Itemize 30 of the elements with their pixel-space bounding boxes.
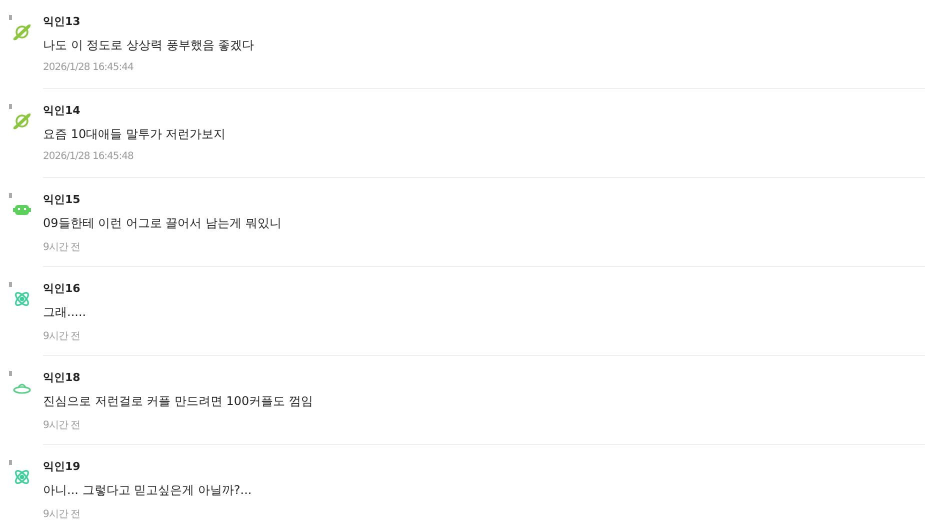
comment-text: 그래..... (43, 304, 88, 321)
marker-icon (9, 104, 12, 109)
atom-icon (15, 292, 29, 306)
marker-icon (9, 193, 12, 198)
comment-text: 09들한테 이런 어그로 끌어서 남는게 뭐있니 (43, 215, 282, 232)
author-name: 익인19 (43, 459, 82, 475)
timestamp: 2026/1/28 16:45:48 (43, 151, 134, 162)
marker-icon (9, 460, 12, 465)
author-name: 익인15 (43, 192, 82, 208)
comment-text: 나도 이 정도로 상상력 풍부했음 좋겠다 (43, 37, 256, 54)
author-name: 익인16 (43, 281, 82, 297)
author-name: 익인14 (43, 103, 82, 119)
timestamp: 9시간 전 (43, 330, 82, 343)
planet-icon (13, 24, 31, 40)
timestamp: 2026/1/28 16:45:44 (43, 62, 134, 73)
atom-icon (15, 470, 29, 484)
author-name: 익인13 (43, 14, 82, 30)
marker-icon (9, 371, 12, 376)
timestamp: 9시간 전 (43, 508, 82, 521)
comment-text: 요즘 10대애들 말투가 저런가보지 (43, 126, 227, 143)
marker-icon (9, 15, 12, 20)
timestamp: 9시간 전 (43, 241, 82, 254)
planet-icon (13, 113, 31, 130)
robot-icon (13, 205, 31, 215)
marker-icon (9, 282, 12, 287)
author-name: 익인18 (43, 370, 82, 386)
timestamp: 9시간 전 (43, 419, 82, 432)
ufo-icon (13, 384, 31, 394)
comment-text: 진심으로 저런걸로 커플 만드려면 100커플도 껌임 (43, 393, 314, 410)
comment-text: 아니... 그렇다고 믿고싶은게 아닐까?... (43, 482, 253, 499)
